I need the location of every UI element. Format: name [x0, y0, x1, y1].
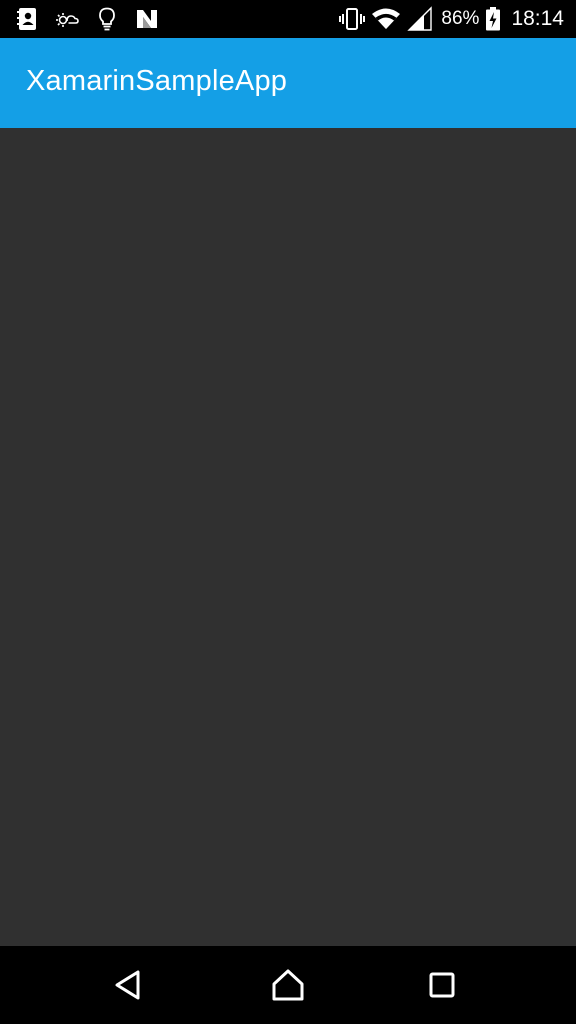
contacts-notification-icon: [14, 6, 40, 32]
app-screen: 86% 18:14 XamarinSampleApp: [0, 0, 576, 1024]
back-icon: [115, 970, 140, 1000]
app-title: XamarinSampleApp: [26, 65, 288, 97]
app-toolbar: XamarinSampleApp: [0, 38, 576, 128]
notification-icons: [14, 5, 160, 33]
clock: 18:14: [511, 7, 564, 30]
status-bar: 86% 18:14: [0, 0, 576, 38]
lightbulb-icon: [94, 6, 120, 32]
recents-button[interactable]: [422, 965, 462, 1005]
weather-icon: [54, 6, 80, 32]
vibrate-icon: [339, 6, 366, 32]
navigation-bar: [0, 946, 576, 1024]
main-content: [0, 128, 576, 946]
recents-icon: [429, 972, 455, 998]
battery-percent: 86%: [441, 8, 480, 29]
system-status: 86% 18:14: [339, 5, 564, 33]
back-button[interactable]: [108, 965, 148, 1005]
cell-signal-icon: [407, 6, 433, 32]
n-app-icon: [134, 6, 160, 32]
home-icon: [272, 969, 304, 1001]
battery-charging-icon: [485, 6, 501, 32]
home-button[interactable]: [268, 965, 308, 1005]
wifi-icon: [371, 6, 401, 32]
